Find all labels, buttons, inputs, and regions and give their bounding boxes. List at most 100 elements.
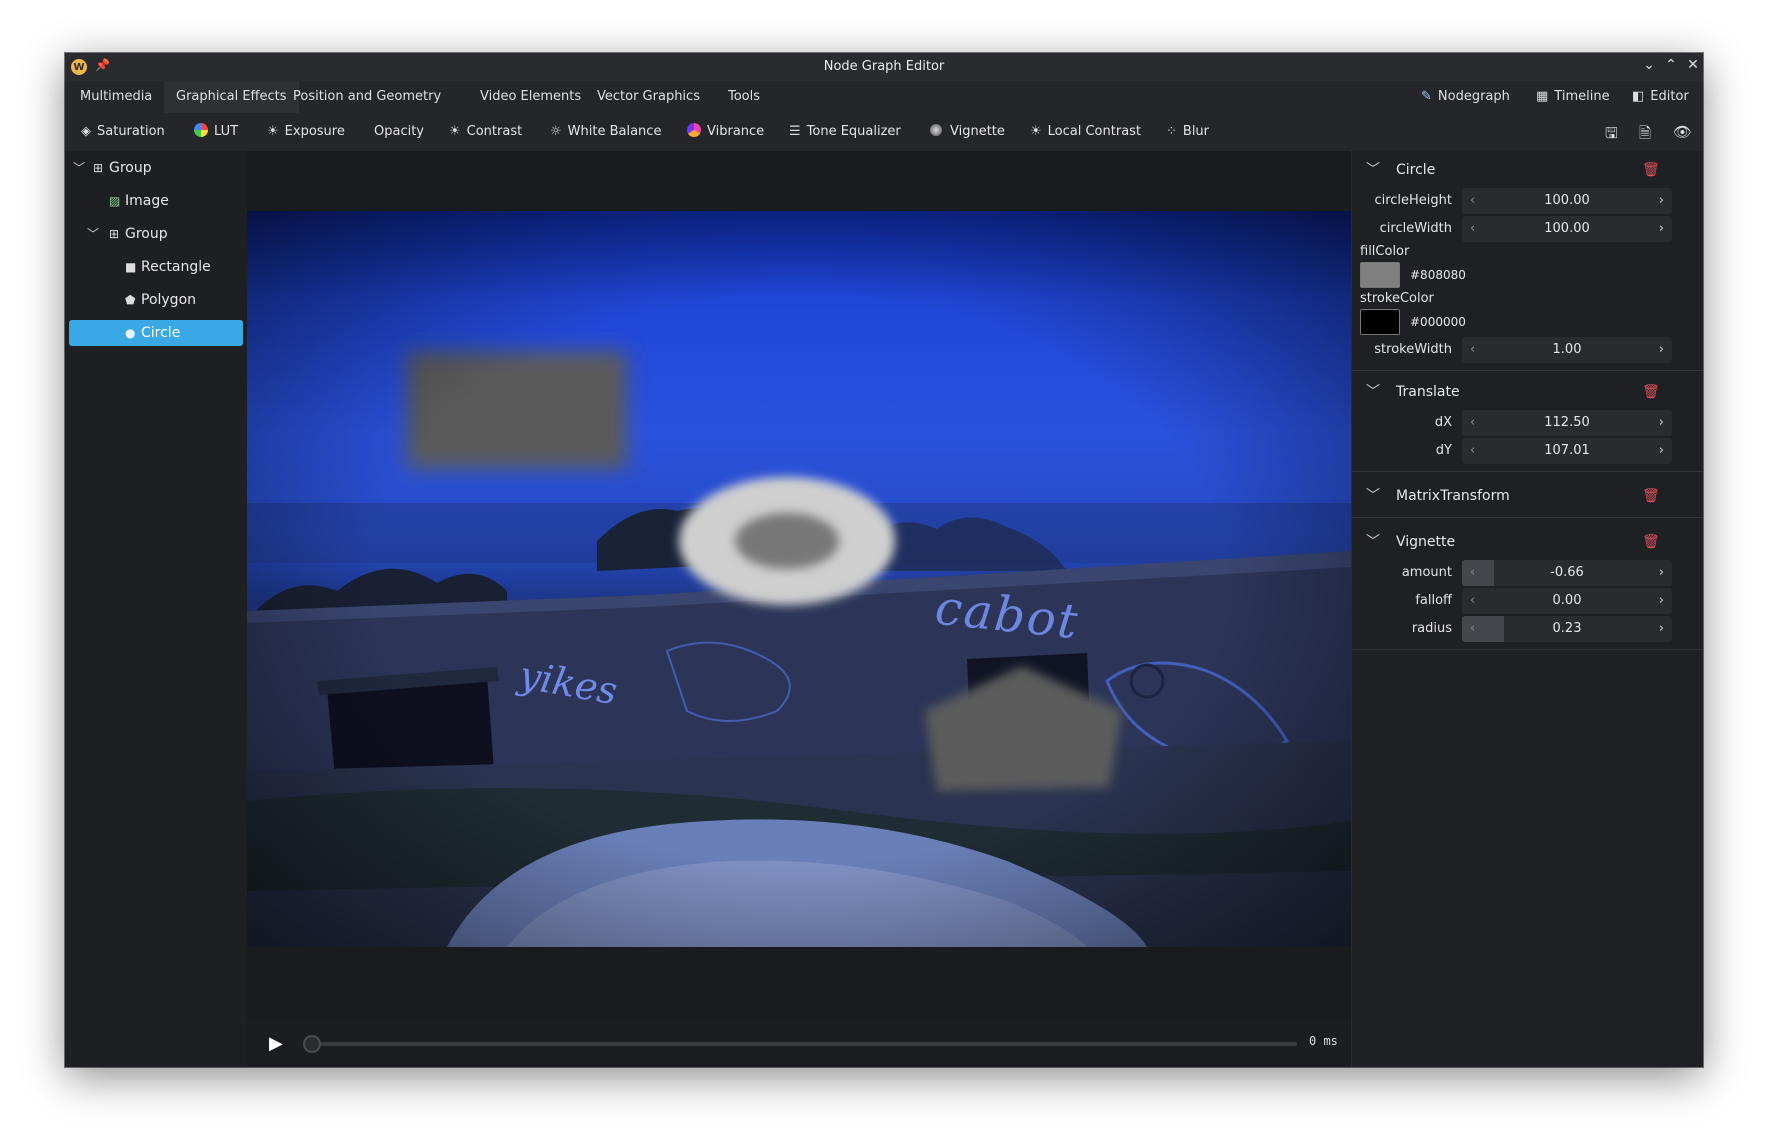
editor-label: Editor [1650,89,1689,104]
dx-spinbox[interactable]: 112.50 ‹ › [1462,410,1672,436]
fill-color-hex: #808080 [1410,268,1466,282]
exposure-button[interactable]: ☀ Exposure [267,113,345,151]
polygon-icon: ⬟ [125,293,136,307]
chevron-down-icon[interactable]: ﹀ [87,221,99,247]
radius-slider[interactable]: 0.23 ‹ › [1462,616,1672,642]
dy-value: 107.01 [1544,443,1590,458]
tab-graphical-effects[interactable]: Graphical Effects [164,81,299,113]
chevron-right-icon[interactable]: › [1659,216,1664,242]
falloff-value: 0.00 [1552,593,1582,608]
fill-color-swatch[interactable] [1360,262,1400,288]
time-readout: 0 ms [1309,1034,1338,1048]
image-icon: ▨ [109,194,121,208]
circle-height-spinbox[interactable]: 100.00 ‹ › [1462,188,1672,214]
trash-icon[interactable]: 🗑 [1642,155,1660,185]
close-icon[interactable]: ✕ [1683,57,1703,73]
vibrance-label: Vibrance [707,124,765,139]
chevron-left-icon[interactable]: ‹ [1470,616,1475,642]
lut-button[interactable]: LUT [194,113,238,151]
preview-viewport[interactable]: yikes cabot [247,151,1351,1019]
pen-icon: ✎ [1421,89,1432,104]
saturation-button[interactable]: ◈ Saturation [81,113,165,151]
chevron-left-icon[interactable]: ‹ [1470,188,1475,214]
matrix-transform-section-header[interactable]: ﹀ MatrixTransform 🗑 [1352,481,1703,511]
white-balance-label: White Balance [567,124,662,139]
section-divider [1352,517,1703,518]
tree-item-image[interactable]: ▨ Image [69,188,243,214]
white-balance-button[interactable]: ☼ White Balance [550,113,661,151]
circle-width-spinbox[interactable]: 100.00 ‹ › [1462,216,1672,242]
circle-width-value: 100.00 [1544,221,1590,236]
chevron-left-icon[interactable]: ‹ [1470,410,1475,436]
tree-item-rectangle[interactable]: ■ Rectangle [69,254,243,280]
chevron-right-icon[interactable]: › [1659,438,1664,464]
stroke-width-value: 1.00 [1552,342,1582,357]
chevron-left-icon[interactable]: ‹ [1470,337,1475,363]
opacity-button[interactable]: Opacity [374,113,424,151]
falloff-label: falloff [1415,593,1452,608]
dy-spinbox[interactable]: 107.01 ‹ › [1462,438,1672,464]
contrast-button[interactable]: ☀ Contrast [449,113,522,151]
chevron-down-icon[interactable]: ﹀ [1366,527,1380,557]
stroke-width-spinbox[interactable]: 1.00 ‹ › [1462,337,1672,363]
tree-item-polygon[interactable]: ⬟ Polygon [69,287,243,313]
trash-icon[interactable]: 🗑 [1642,377,1660,407]
falloff-slider[interactable]: 0.00 ‹ › [1462,588,1672,614]
chevron-left-icon[interactable]: ‹ [1470,216,1475,242]
chevron-right-icon[interactable]: › [1659,410,1664,436]
section-title: Vignette [1396,534,1456,550]
tab-tools[interactable]: Tools [716,81,772,113]
chevron-right-icon[interactable]: › [1659,337,1664,363]
tree-item-group-nested[interactable]: ﹀ ⊞ Group [69,221,243,247]
tree-item-label: Group [109,160,152,176]
eye-icon[interactable]: 👁 [1673,123,1692,141]
blur-button[interactable]: ⁘ Blur [1166,113,1209,151]
chevron-down-icon[interactable]: ﹀ [1366,155,1380,185]
amount-slider[interactable]: -0.66 ‹ › [1462,560,1672,586]
tree-item-group-root[interactable]: ﹀ ⊞ Group [69,155,243,181]
chevron-right-icon[interactable]: › [1659,616,1664,642]
sun-icon: ☀ [267,124,279,139]
white-balance-icon: ☼ [550,124,562,139]
chevron-down-icon[interactable]: ﹀ [1366,481,1380,511]
trash-icon[interactable]: 🗑 [1642,481,1660,511]
circle-section-header[interactable]: ﹀ Circle 🗑 [1352,155,1703,185]
tab-vector-graphics[interactable]: Vector Graphics [585,81,712,113]
export-file-icon[interactable]: 🗎 [1639,123,1651,148]
chevron-left-icon[interactable]: ‹ [1470,588,1475,614]
chevron-right-icon[interactable]: › [1659,188,1664,214]
timeline-slider-track[interactable] [303,1042,1297,1046]
editor-button[interactable]: ◧ Editor [1632,81,1689,113]
tab-multimedia[interactable]: Multimedia [68,81,164,113]
local-contrast-button[interactable]: ☀ Local Contrast [1030,113,1141,151]
nodegraph-label: Nodegraph [1437,89,1510,104]
chevron-down-icon[interactable]: ﹀ [1366,377,1380,407]
chevron-right-icon[interactable]: › [1659,560,1664,586]
vignette-button[interactable]: Vignette [930,113,1005,151]
chevron-left-icon[interactable]: ‹ [1470,438,1475,464]
stroke-color-swatch[interactable] [1360,309,1400,335]
nodegraph-button[interactable]: ✎ Nodegraph [1421,81,1510,113]
play-icon[interactable]: ▶ [269,1033,283,1054]
timeline-slider-handle[interactable] [303,1035,321,1053]
chevron-right-icon[interactable]: › [1659,588,1664,614]
tree-item-circle[interactable]: ● Circle [69,320,243,346]
minimize-chevron-icon[interactable]: ⌄ [1639,57,1659,73]
window-title: Node Graph Editor [823,59,945,74]
chevron-down-icon[interactable]: ﹀ [73,155,85,181]
tab-video-elements[interactable]: Video Elements [468,81,593,113]
stroke-color-hex: #000000 [1410,315,1466,329]
chevron-left-icon[interactable]: ‹ [1470,560,1475,586]
maximize-chevron-icon[interactable]: ⌃ [1661,57,1681,73]
vignette-section-header[interactable]: ﹀ Vignette 🗑 [1352,527,1703,557]
contrast-icon: ☀ [449,124,461,139]
vibrance-button[interactable]: Vibrance [687,113,764,151]
tone-equalizer-button[interactable]: ☰ Tone Equalizer [789,113,901,151]
tab-position-and-geometry[interactable]: Position and Geometry [281,81,453,113]
group-icon: ⊞ [93,161,104,175]
preview-image[interactable]: yikes cabot [247,211,1351,947]
timeline-button[interactable]: ▦ Timeline [1536,81,1610,113]
save-icon[interactable]: 🖫 [1605,123,1618,148]
trash-icon[interactable]: 🗑 [1642,527,1660,557]
translate-section-header[interactable]: ﹀ Translate 🗑 [1352,377,1703,407]
